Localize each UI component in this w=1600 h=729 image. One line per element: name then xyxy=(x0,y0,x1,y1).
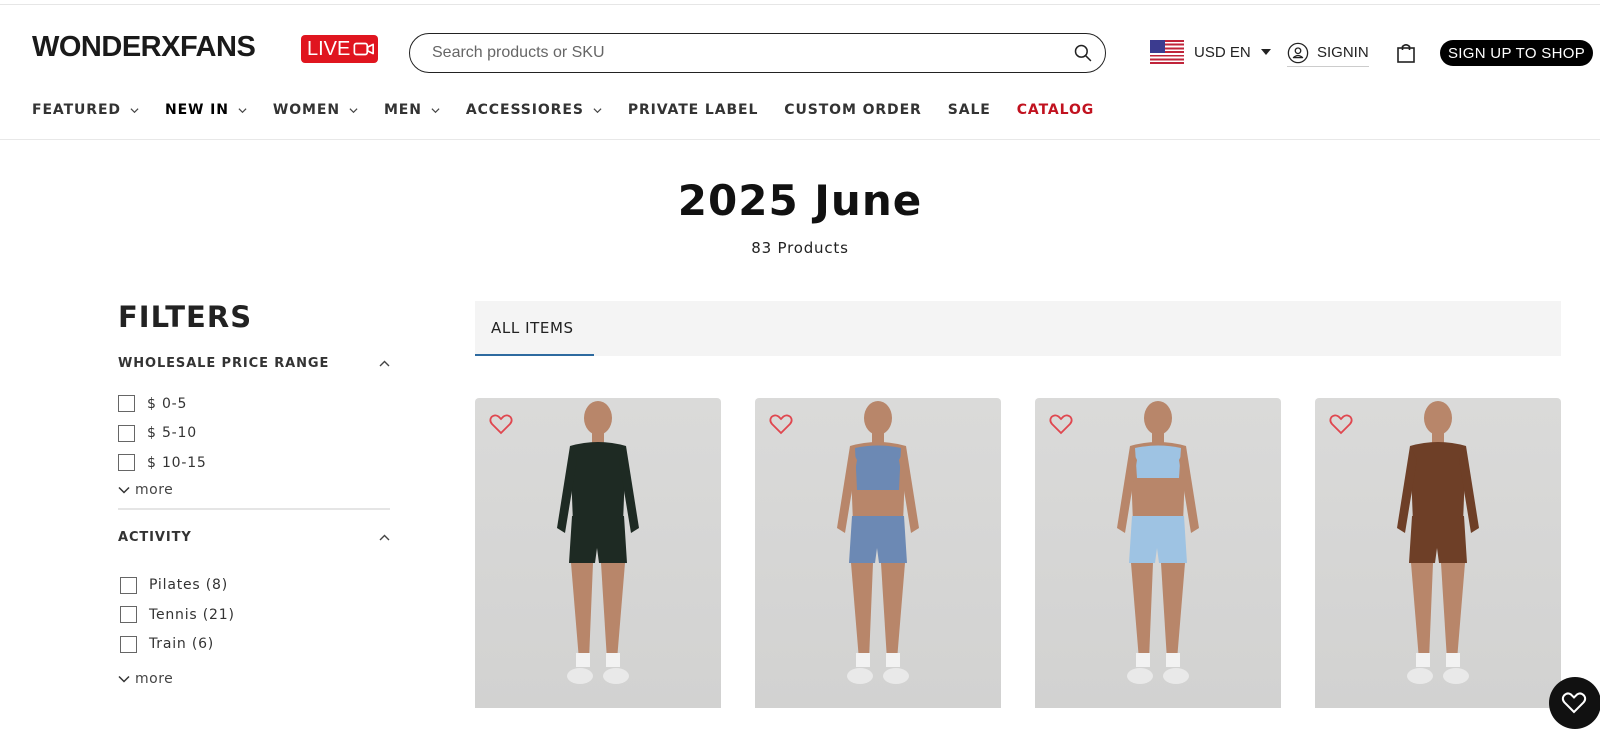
filter-option-label: Train (6) xyxy=(149,636,215,653)
nav-item-label: NEW IN xyxy=(164,102,229,118)
nav-item-men[interactable]: MEN xyxy=(384,102,440,118)
product-card[interactable] xyxy=(1315,398,1561,708)
activity-more-toggle[interactable]: more xyxy=(118,671,390,687)
shopping-bag-icon[interactable] xyxy=(1396,42,1416,64)
currency-language-selector[interactable]: USD EN xyxy=(1150,40,1271,64)
checkbox[interactable] xyxy=(118,395,135,413)
filter-option-label: $ 5-10 xyxy=(147,425,197,442)
collection-tabs: ALL ITEMS xyxy=(475,301,1561,356)
price-filter-option[interactable]: $ 10-15 xyxy=(118,448,390,478)
chevron-up-icon xyxy=(379,360,390,367)
price-range-filter-title: WHOLESALE PRICE RANGE xyxy=(118,356,330,371)
nav-item-label: ACCESSIORES xyxy=(465,102,584,118)
nav-item-sale[interactable]: SALE xyxy=(948,102,991,118)
product-image[interactable] xyxy=(1315,398,1561,708)
price-filter-option[interactable]: $ 0-5 xyxy=(118,389,390,419)
search-input[interactable] xyxy=(432,44,1073,62)
product-card[interactable] xyxy=(475,398,721,708)
chevron-down-icon xyxy=(238,107,247,113)
price-filter-option[interactable]: $ 5-10 xyxy=(118,419,390,449)
nav-item-catalog[interactable]: CATALOG xyxy=(1017,102,1094,118)
checkbox[interactable] xyxy=(120,576,137,594)
activity-filter-header[interactable]: ACTIVITY xyxy=(118,530,390,545)
chevron-down-icon xyxy=(118,675,130,683)
nav-item-label: CATALOG xyxy=(1016,102,1095,118)
nav-item-accessiores[interactable]: ACCESSIORES xyxy=(466,102,602,118)
checkbox[interactable] xyxy=(120,635,137,653)
signup-button[interactable]: SIGN UP TO SHOP xyxy=(1440,40,1593,66)
live-label: LIVE xyxy=(307,37,351,60)
tab-all-items[interactable]: ALL ITEMS xyxy=(475,301,594,356)
product-image[interactable] xyxy=(755,398,1001,708)
site-logo[interactable]: WONDERXFANS xyxy=(32,31,256,64)
search-icon[interactable] xyxy=(1073,43,1093,63)
wishlist-heart-icon[interactable] xyxy=(1049,413,1073,435)
nav-item-custom-order[interactable]: CUSTOM ORDER xyxy=(784,102,921,118)
wishlist-heart-icon[interactable] xyxy=(769,413,793,435)
site-header: WONDERXFANS LIVE USD EN SIGNIN SIGN UP T… xyxy=(0,5,1600,140)
activity-options: Pilates (8) Tennis (21) Train (6) xyxy=(118,571,390,660)
product-card[interactable] xyxy=(1035,398,1281,708)
chevron-up-icon xyxy=(379,534,390,540)
nav-item-label: PRIVATE LABEL xyxy=(627,102,759,118)
activity-filter-option[interactable]: Tennis (21) xyxy=(120,600,390,630)
filter-option-label: Tennis (21) xyxy=(149,606,235,623)
search-bar xyxy=(409,33,1106,73)
product-image[interactable] xyxy=(475,398,721,708)
nav-item-women[interactable]: WOMEN xyxy=(273,102,358,118)
main-navigation: FEATURED NEW IN WOMEN MEN ACCESSIORES PRIVATE… xyxy=(32,102,1120,118)
chevron-down-icon xyxy=(118,486,130,494)
more-label: more xyxy=(135,671,174,687)
filters-sidebar: FILTERS WHOLESALE PRICE RANGE $ 0-5 $ 5-1… xyxy=(118,300,390,687)
price-range-options: $ 0-5 $ 5-10 $ 10-15 xyxy=(118,389,390,478)
filter-divider xyxy=(118,507,390,510)
nav-item-label: FEATURED xyxy=(32,102,121,118)
page-title: 2025 June xyxy=(677,176,923,225)
chevron-down-icon xyxy=(130,107,139,113)
product-grid xyxy=(475,398,1561,708)
caret-down-icon xyxy=(1260,49,1271,55)
filters-heading: FILTERS xyxy=(118,300,253,334)
nav-item-label: WOMEN xyxy=(272,102,340,118)
signin-label: SIGNIN xyxy=(1317,44,1369,61)
nav-item-new-in[interactable]: NEW IN xyxy=(165,102,247,118)
checkbox[interactable] xyxy=(118,424,135,442)
user-icon xyxy=(1287,42,1309,63)
wishlist-heart-icon[interactable] xyxy=(1329,413,1353,435)
price-more-toggle[interactable]: more xyxy=(118,482,390,498)
chevron-down-icon xyxy=(431,107,440,113)
nav-item-label: CUSTOM ORDER xyxy=(784,102,922,118)
product-count: 83 Products xyxy=(751,239,849,257)
nav-item-label: MEN xyxy=(383,102,422,118)
price-range-filter-header[interactable]: WHOLESALE PRICE RANGE xyxy=(118,356,390,371)
filter-option-label: Pilates (8) xyxy=(149,577,228,594)
wishlist-floating-button[interactable] xyxy=(1549,677,1600,729)
live-badge[interactable]: LIVE xyxy=(301,35,378,63)
filter-option-label: $ 0-5 xyxy=(147,395,188,412)
locale-label: USD EN xyxy=(1194,43,1251,61)
nav-item-private-label[interactable]: PRIVATE LABEL xyxy=(628,102,758,118)
video-camera-icon xyxy=(353,42,375,56)
activity-filter-option[interactable]: Pilates (8) xyxy=(120,571,390,601)
product-image[interactable] xyxy=(1035,398,1281,708)
product-card[interactable] xyxy=(755,398,1001,708)
chevron-down-icon xyxy=(593,107,602,113)
activity-filter-title: ACTIVITY xyxy=(118,529,192,545)
wishlist-heart-icon[interactable] xyxy=(489,413,513,435)
filter-option-label: $ 10-15 xyxy=(147,454,207,471)
signin-link[interactable]: SIGNIN xyxy=(1287,41,1369,67)
heart-icon xyxy=(1561,692,1587,714)
nav-item-label: SALE xyxy=(947,102,991,118)
chevron-down-icon xyxy=(349,107,358,113)
nav-item-featured[interactable]: FEATURED xyxy=(32,102,139,118)
checkbox[interactable] xyxy=(120,606,137,624)
more-label: more xyxy=(135,481,174,498)
us-flag-icon xyxy=(1150,40,1184,64)
activity-filter-option[interactable]: Train (6) xyxy=(120,630,390,660)
checkbox[interactable] xyxy=(118,454,135,472)
